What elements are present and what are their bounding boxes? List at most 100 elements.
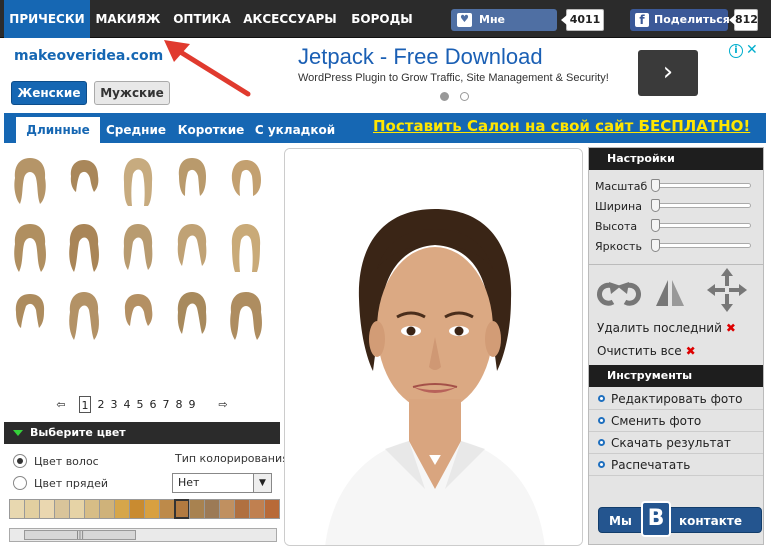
color-swatch[interactable] bbox=[264, 499, 280, 519]
color-swatch[interactable] bbox=[39, 499, 55, 519]
color-swatch[interactable] bbox=[234, 499, 250, 519]
color-swatch[interactable] bbox=[99, 499, 115, 519]
site-name[interactable]: makeoveridea.com bbox=[14, 48, 163, 64]
hairstyle-thumbnail[interactable] bbox=[172, 156, 212, 208]
photo-canvas[interactable] bbox=[284, 148, 583, 546]
page-2[interactable]: 2 bbox=[96, 396, 106, 414]
like-button[interactable]: ♥ Мне нравится bbox=[451, 9, 557, 48]
hairstyle-thumbnail[interactable] bbox=[226, 290, 266, 342]
color-swatch[interactable] bbox=[54, 499, 70, 519]
tab-long[interactable]: Длинные bbox=[16, 117, 100, 143]
swatch-scrollbar[interactable]: ||| bbox=[9, 528, 277, 542]
clear-all-button[interactable]: Очистить все ✖ bbox=[597, 344, 696, 358]
color-swatches bbox=[9, 499, 280, 519]
width-label: Ширина bbox=[595, 200, 642, 213]
vkontakte-button[interactable]: Мы B контакте bbox=[598, 501, 762, 537]
prev-page-icon[interactable]: ⇦ bbox=[54, 396, 68, 414]
height-slider-handle[interactable] bbox=[651, 219, 660, 232]
hairstyle-thumbnail[interactable] bbox=[118, 290, 158, 342]
coloring-type-label: Тип колорирования bbox=[175, 452, 289, 465]
color-swatch[interactable] bbox=[219, 499, 235, 519]
color-swatch[interactable] bbox=[69, 499, 85, 519]
flip-icon[interactable] bbox=[653, 276, 687, 310]
tab-medium[interactable]: Средние bbox=[100, 117, 172, 143]
page-8[interactable]: 8 bbox=[174, 396, 184, 414]
width-slider-handle[interactable] bbox=[651, 199, 660, 212]
scrollbar-thumb[interactable]: ||| bbox=[24, 530, 136, 540]
color-swatch[interactable] bbox=[189, 499, 205, 519]
promo-link[interactable]: Поставить Салон на свой сайт БЕСПЛАТНО! bbox=[373, 117, 750, 135]
color-swatch[interactable] bbox=[9, 499, 25, 519]
color-swatch[interactable] bbox=[84, 499, 100, 519]
hairstyle-thumbnail[interactable] bbox=[172, 290, 212, 342]
edit-photo-button[interactable]: Редактировать фото bbox=[589, 388, 763, 410]
color-swatch[interactable] bbox=[114, 499, 130, 519]
strand-color-radio[interactable] bbox=[13, 476, 27, 490]
move-icon[interactable] bbox=[705, 266, 749, 314]
page-1[interactable]: 1 bbox=[79, 396, 91, 413]
ad-next-button[interactable]: › bbox=[638, 50, 698, 96]
male-button[interactable]: Мужские bbox=[94, 81, 170, 105]
like-label: Мне нравится bbox=[479, 13, 537, 48]
page-6[interactable]: 6 bbox=[148, 396, 158, 414]
hairstyle-thumbnail[interactable] bbox=[10, 222, 50, 274]
scale-slider-handle[interactable] bbox=[651, 179, 660, 192]
change-photo-button[interactable]: Сменить фото bbox=[589, 410, 763, 432]
next-page-icon[interactable]: ⇨ bbox=[216, 396, 230, 414]
ad-carousel-dot[interactable] bbox=[460, 92, 469, 101]
like-count: 4011 bbox=[561, 9, 604, 31]
coloring-type-select[interactable]: Нет ▼ bbox=[172, 473, 272, 493]
hair-color-label: Цвет волос bbox=[34, 455, 99, 468]
download-result-button[interactable]: Скачать результат bbox=[589, 432, 763, 454]
ad-info-icon[interactable]: i bbox=[729, 44, 743, 58]
tab-styled[interactable]: С укладкой bbox=[250, 117, 340, 143]
rotate-icon[interactable] bbox=[595, 276, 643, 310]
page-5[interactable]: 5 bbox=[135, 396, 145, 414]
scale-slider[interactable] bbox=[655, 183, 751, 188]
hairstyle-thumbnail[interactable] bbox=[172, 222, 212, 274]
vk-left-text: Мы bbox=[609, 514, 632, 528]
print-button[interactable]: Распечатать bbox=[589, 454, 763, 476]
color-swatch[interactable] bbox=[144, 499, 160, 519]
tab-makeup[interactable]: МАКИЯЖ bbox=[90, 0, 166, 38]
ad-title[interactable]: Jetpack - Free Download bbox=[298, 44, 543, 70]
female-button[interactable]: Женские bbox=[11, 81, 87, 105]
brightness-label: Яркость bbox=[595, 240, 642, 253]
share-button[interactable]: f Поделиться bbox=[630, 9, 730, 31]
hairstyle-thumbnail[interactable] bbox=[64, 290, 104, 342]
hairstyle-thumbnail[interactable] bbox=[10, 156, 50, 208]
hairstyle-thumbnail[interactable] bbox=[226, 222, 266, 274]
delete-last-button[interactable]: Удалить последний ✖ bbox=[597, 321, 736, 335]
hairstyle-thumbnail[interactable] bbox=[10, 290, 50, 342]
hair-color-radio[interactable] bbox=[13, 454, 27, 468]
hairstyle-thumbnail[interactable] bbox=[118, 222, 158, 274]
coloring-type-value: Нет bbox=[178, 476, 200, 489]
brightness-slider[interactable] bbox=[655, 243, 751, 248]
color-swatch[interactable] bbox=[249, 499, 265, 519]
tab-beards[interactable]: БОРОДЫ bbox=[342, 0, 422, 38]
tab-optics[interactable]: ОПТИКА bbox=[166, 0, 238, 38]
hairstyle-thumbnail[interactable] bbox=[226, 156, 266, 208]
color-section-header[interactable]: Выберите цвет bbox=[4, 422, 280, 444]
page-4[interactable]: 4 bbox=[122, 396, 132, 414]
hairstyle-thumbnail[interactable] bbox=[118, 156, 158, 208]
height-slider[interactable] bbox=[655, 223, 751, 228]
color-swatch[interactable] bbox=[174, 499, 190, 519]
tab-short[interactable]: Короткие bbox=[172, 117, 250, 143]
hairstyle-thumbnail[interactable] bbox=[64, 156, 104, 208]
color-swatch[interactable] bbox=[24, 499, 40, 519]
page-9[interactable]: 9 bbox=[187, 396, 197, 414]
color-section-title: Выберите цвет bbox=[30, 426, 126, 439]
tab-accessories[interactable]: АКСЕССУАРЫ bbox=[238, 0, 342, 38]
page-7[interactable]: 7 bbox=[161, 396, 171, 414]
brightness-slider-handle[interactable] bbox=[651, 239, 660, 252]
width-slider[interactable] bbox=[655, 203, 751, 208]
color-swatch[interactable] bbox=[159, 499, 175, 519]
color-swatch[interactable] bbox=[204, 499, 220, 519]
ad-carousel-dot-active[interactable] bbox=[440, 92, 449, 101]
hairstyle-thumbnail[interactable] bbox=[64, 222, 104, 274]
ad-close-icon[interactable]: ✕ bbox=[746, 42, 758, 58]
color-swatch[interactable] bbox=[129, 499, 145, 519]
tab-hairstyles[interactable]: ПРИЧЕСКИ bbox=[4, 0, 90, 38]
page-3[interactable]: 3 bbox=[109, 396, 119, 414]
